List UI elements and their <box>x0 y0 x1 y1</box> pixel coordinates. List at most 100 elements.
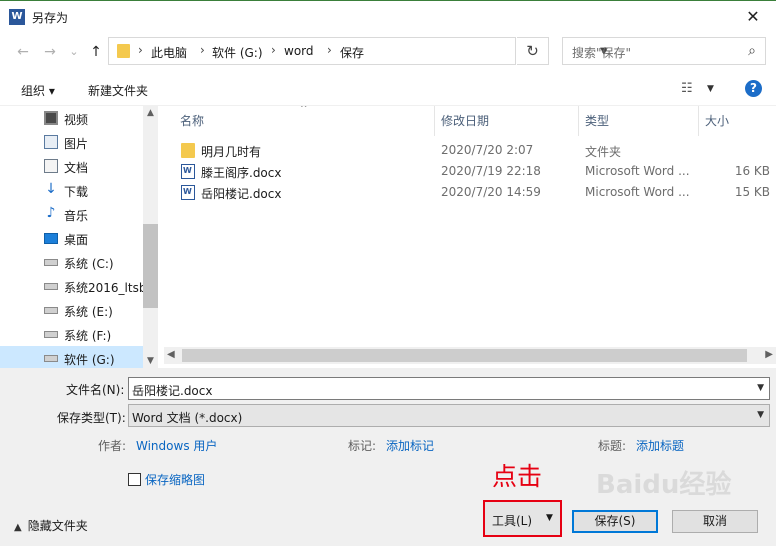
search-input[interactable]: 搜索"保存" ⌕ <box>562 37 766 65</box>
search-icon[interactable]: ⌕ <box>748 43 756 59</box>
scrollbar-thumb[interactable] <box>182 349 747 362</box>
sidebar-item-label: 系统2016_ltsb <box>64 281 147 295</box>
file-date: 2020/7/20 2:07 <box>441 143 534 157</box>
sidebar-item[interactable]: 软件 (G:) <box>0 346 143 368</box>
desktop-icon <box>44 233 58 244</box>
column-header-type[interactable]: 类型 <box>585 106 609 136</box>
forward-arrow-icon[interactable]: → <box>42 44 58 60</box>
sidebar-item[interactable]: 视频 <box>0 106 143 130</box>
breadcrumb-save[interactable]: 保存 <box>340 44 364 61</box>
title-field[interactable]: 添加标题 <box>636 437 684 454</box>
tools-menu-button[interactable]: 工具(L) ▼ <box>483 500 562 537</box>
new-folder-button[interactable]: 新建文件夹 <box>88 82 148 99</box>
search-placeholder: 搜索"保存" <box>572 46 632 60</box>
chevron-up-icon: ▲ <box>14 522 22 533</box>
filetype-value: Word 文档 (*.docx) <box>132 411 243 425</box>
author-field[interactable]: Windows 用户 <box>136 437 217 454</box>
navigation-pane: 视频 图片 文档 ↓ 下载 ♪ 音乐 桌面 系统 (C:) 系统2016_ltsb 系统 (E:) 系… <box>0 106 158 368</box>
filename-label: 文件名(N): <box>66 383 125 397</box>
scrollbar-thumb[interactable] <box>143 224 158 308</box>
chevron-down-icon[interactable]: ▼ <box>707 84 714 94</box>
filename-field[interactable]: 岳阳楼记.docx ▼ <box>128 377 770 400</box>
chevron-down-icon: ▼ <box>546 513 553 523</box>
title-label: 标题: <box>598 439 627 453</box>
column-divider[interactable] <box>698 106 699 136</box>
column-header-name[interactable]: 名称 <box>180 106 204 136</box>
file-name: 滕王阁序.docx <box>201 166 282 180</box>
chevron-down-icon[interactable]: ▼ <box>757 410 764 420</box>
save-thumbnail-checkbox[interactable] <box>128 473 141 486</box>
sidebar-item-label: 系统 (E:) <box>64 305 113 319</box>
drive-icon <box>44 259 58 266</box>
save-button[interactable]: 保存(S) <box>572 510 658 533</box>
sidebar-item-label: 音乐 <box>64 209 89 223</box>
save-options-panel: 文件名(N): 岳阳楼记.docx ▼ 保存类型(T): Word 文档 (*.… <box>0 368 776 546</box>
file-row[interactable]: 滕王阁序.docx 2020/7/19 22:18 Microsoft Word .… <box>164 161 776 182</box>
breadcrumb-word[interactable]: word <box>284 44 314 58</box>
scroll-up-icon[interactable]: ▲ <box>143 108 158 118</box>
sidebar-item[interactable]: 系统 (C:) <box>0 250 143 274</box>
sidebar-item[interactable]: 系统2016_ltsb <box>0 274 147 298</box>
file-row[interactable]: 明月几时有 2020/7/20 2:07 文件夹 <box>164 140 776 161</box>
scroll-down-icon[interactable]: ▼ <box>143 356 158 366</box>
column-divider[interactable] <box>434 106 435 136</box>
sidebar-item[interactable]: ↓ 下载 <box>0 178 143 202</box>
drive-icon <box>44 355 58 362</box>
breadcrumb-separator: › <box>327 43 332 57</box>
column-divider[interactable] <box>578 106 579 136</box>
file-date: 2020/7/20 14:59 <box>441 185 541 199</box>
recent-locations-icon[interactable]: ⌄ <box>66 44 82 60</box>
word-document-icon <box>181 185 195 200</box>
breadcrumb-separator: › <box>271 43 276 57</box>
download-icon: ↓ <box>45 181 57 197</box>
baidu-watermark: Baidu经验 <box>596 470 732 500</box>
folder-icon <box>117 44 130 58</box>
scroll-left-icon[interactable]: ◀ <box>167 349 175 360</box>
tools-label: 工具(L) <box>492 514 533 528</box>
tags-field[interactable]: 添加标记 <box>386 437 434 454</box>
save-thumbnail-label[interactable]: 保存缩略图 <box>145 471 205 488</box>
sidebar-item[interactable]: 系统 (F:) <box>0 322 143 346</box>
chevron-down-icon[interactable]: ▼ <box>757 383 764 393</box>
folder-icon <box>181 143 195 158</box>
sidebar-item[interactable]: 图片 <box>0 130 143 154</box>
breadcrumb-this-pc[interactable]: 此电脑 <box>151 44 187 61</box>
cancel-button[interactable]: 取消 <box>672 510 758 533</box>
column-header-size[interactable]: 大小 <box>705 106 729 136</box>
sidebar-item[interactable]: 文档 <box>0 154 143 178</box>
word-document-icon <box>181 164 195 179</box>
refresh-icon[interactable]: ↻ <box>517 37 549 65</box>
column-header-date[interactable]: 修改日期 <box>441 106 489 136</box>
up-arrow-icon[interactable]: ↑ <box>88 44 104 60</box>
vertical-scrollbar[interactable]: ▲ ▼ <box>143 106 158 368</box>
file-row[interactable]: 岳阳楼记.docx 2020/7/20 14:59 Microsoft Word .… <box>164 182 776 203</box>
sidebar-item-label: 下载 <box>64 185 89 199</box>
picture-icon <box>44 135 58 149</box>
click-annotation: 点击 <box>492 462 543 491</box>
author-label: 作者: <box>98 439 127 453</box>
drive-icon <box>44 331 58 338</box>
scroll-right-icon[interactable]: ▶ <box>765 349 773 360</box>
window-title: 另存为 <box>32 11 69 25</box>
file-list: ^ 名称 修改日期 类型 大小 明月几时有 2020/7/20 2:07 文件夹滕王… <box>164 106 776 368</box>
view-options-icon[interactable]: ☷ <box>681 81 693 96</box>
sidebar-item[interactable]: 桌面 <box>0 226 143 250</box>
breadcrumb-drive-g[interactable]: 软件 (G:) <box>212 44 263 61</box>
document-icon <box>44 159 58 173</box>
sidebar-item-label: 系统 (F:) <box>64 329 112 343</box>
close-button[interactable]: ✕ <box>730 1 776 33</box>
address-bar[interactable]: › 此电脑 › 软件 (G:) › word › 保存 ▼ <box>108 37 608 65</box>
filename-value: 岳阳楼记.docx <box>132 384 213 398</box>
horizontal-scrollbar[interactable]: ◀ ▶ <box>164 347 776 364</box>
breadcrumb-separator: › <box>200 43 205 57</box>
filetype-select[interactable]: Word 文档 (*.docx) ▼ <box>128 404 770 427</box>
back-arrow-icon[interactable]: ← <box>15 44 31 60</box>
file-type: Microsoft Word ... <box>585 164 690 178</box>
help-icon[interactable]: ? <box>745 80 762 97</box>
organize-menu-button[interactable]: 组织 ▾ <box>21 82 55 99</box>
sidebar-item[interactable]: 系统 (E:) <box>0 298 143 322</box>
file-date: 2020/7/19 22:18 <box>441 164 541 178</box>
sidebar-item[interactable]: ♪ 音乐 <box>0 202 143 226</box>
file-size: 15 KB <box>734 185 770 199</box>
hide-folders-toggle[interactable]: ▲ 隐藏文件夹 <box>14 517 88 534</box>
